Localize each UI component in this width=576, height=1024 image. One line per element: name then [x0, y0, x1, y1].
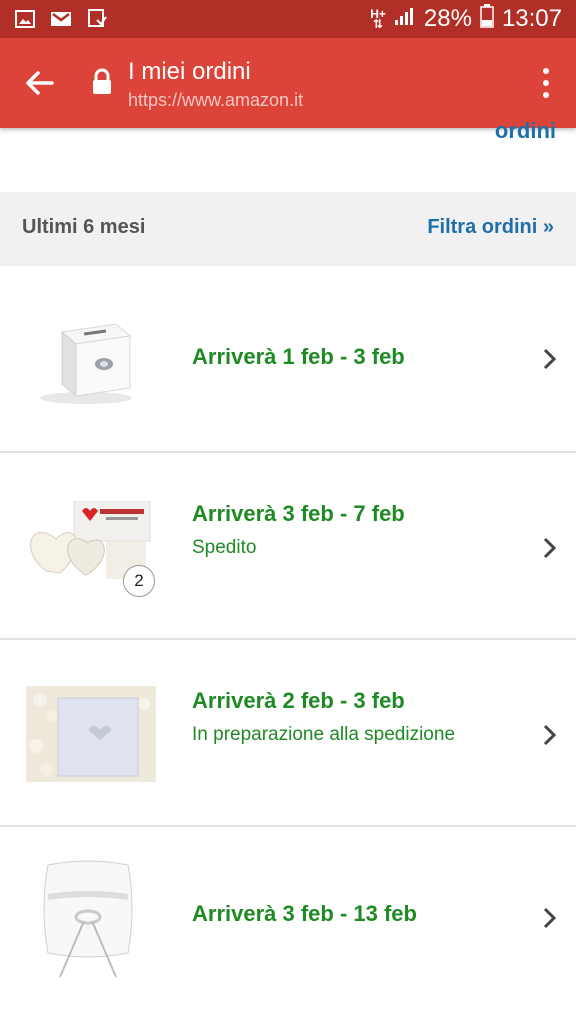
chevron-right-icon[interactable] [540, 905, 560, 931]
period-label[interactable]: Ultimi 6 mesi [22, 216, 145, 239]
chevron-right-icon[interactable] [540, 722, 560, 748]
quantity-badge: 2 [123, 565, 155, 597]
arrival-date: Arriverà 3 feb - 7 feb [192, 501, 405, 526]
lock-icon [92, 68, 112, 96]
back-arrow-icon[interactable] [22, 66, 56, 100]
arrival-date: Arriverà 3 feb - 13 feb [192, 901, 417, 926]
orders-list: Arriverà 1 feb - 3 feb 2 Arriverà 3 feb … [0, 266, 576, 1014]
chevron-right-icon[interactable] [540, 535, 560, 561]
battery-icon [480, 3, 494, 35]
order-status: Spedito [192, 537, 257, 558]
orders-link[interactable]: ordini [495, 118, 556, 144]
product-image-pillow [40, 857, 136, 990]
page-title: I miei ordini [128, 58, 251, 85]
filter-orders-link[interactable]: Filtra ordini » [427, 216, 554, 239]
order-status: In preparazione alla spedizione [192, 724, 456, 745]
page-url[interactable]: https://www.amazon.it [128, 90, 303, 111]
gmail-icon [50, 9, 72, 29]
order-row[interactable]: Arriverà 3 feb - 13 feb [0, 827, 576, 1014]
order-row[interactable]: Arriverà 2 feb - 3 feb In preparazione a… [0, 640, 576, 827]
battery-percent: 28% [423, 5, 472, 32]
product-image-box [26, 312, 136, 413]
gallery-icon [14, 9, 36, 29]
download-icon [86, 9, 108, 29]
browser-toolbar: I miei ordini https://www.amazon.it [0, 38, 576, 128]
product-image-card [26, 686, 156, 787]
network-type-icon: H+ ⇅ [370, 7, 386, 31]
arrival-date: Arriverà 1 feb - 3 feb [192, 344, 405, 369]
order-row[interactable]: Arriverà 1 feb - 3 feb [0, 266, 576, 453]
clock: 13:07 [501, 5, 562, 32]
more-options-icon[interactable] [542, 68, 550, 98]
status-bar: H+ ⇅ 28% 13:07 [0, 0, 576, 38]
order-row[interactable]: 2 Arriverà 3 feb - 7 feb Spedito [0, 453, 576, 640]
signal-icon [394, 5, 416, 33]
chevron-right-icon[interactable] [540, 346, 560, 372]
filter-bar: Ultimi 6 mesi Filtra ordini » [0, 192, 576, 266]
arrival-date: Arriverà 2 feb - 3 feb [192, 688, 405, 713]
